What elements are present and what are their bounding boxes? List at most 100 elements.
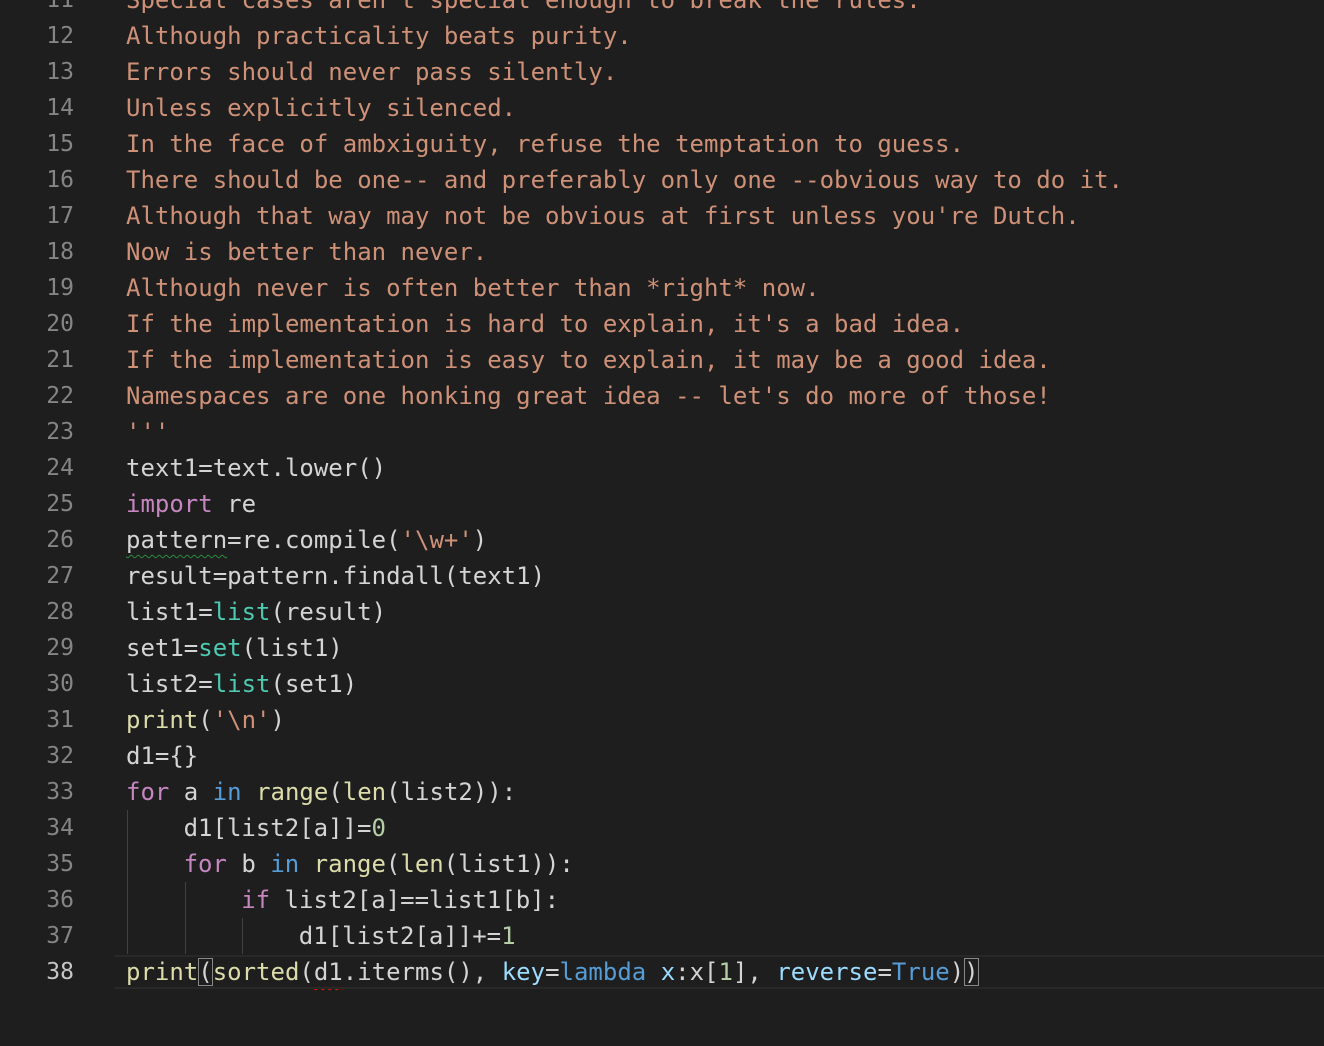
line-number[interactable]: 30 <box>0 666 74 702</box>
line-number[interactable]: 38 <box>0 954 74 990</box>
code-text[interactable]: list1=list(result) <box>126 594 386 630</box>
code-text[interactable]: Namespaces are one honking great idea --… <box>126 378 1051 414</box>
code-line[interactable]: 12 Although practicality beats purity. <box>0 18 1324 54</box>
code-token: if <box>241 886 271 914</box>
code-line[interactable]: 17 Although that way may not be obvious a… <box>0 198 1324 234</box>
code-token: in <box>270 850 300 878</box>
code-text[interactable]: d1={} <box>126 738 198 774</box>
line-number[interactable]: 15 <box>0 126 74 162</box>
code-line[interactable]: 31 print('\n') <box>0 702 1324 738</box>
code-text[interactable]: if list2[a]==list1[b]: <box>241 882 559 918</box>
code-line[interactable]: 19 Although never is often better than *r… <box>0 270 1324 306</box>
code-text[interactable]: pattern=re.compile('\w+') <box>126 522 487 558</box>
code-line[interactable]: 25 import re <box>0 486 1324 522</box>
code-text[interactable]: There should be one-- and preferably onl… <box>126 162 1123 198</box>
code-token: '\w+' <box>400 526 473 554</box>
code-line[interactable]: 34 d1[list2[a]]=0 <box>0 810 1324 846</box>
code-token: x <box>660 958 676 986</box>
code-editor[interactable]: 11 Special cases aren't special enough to… <box>0 0 1324 1046</box>
code-text[interactable]: d1[list2[a]]=0 <box>184 810 386 846</box>
code-token: (list1) <box>241 634 343 662</box>
code-text[interactable]: text1=text.lower() <box>126 450 386 486</box>
code-text[interactable]: for b in range(len(list1)): <box>184 846 574 882</box>
code-line[interactable]: 14 Unless explicitly silenced. <box>0 90 1324 126</box>
code-text[interactable]: If the implementation is easy to explain… <box>126 342 1051 378</box>
line-number[interactable]: 27 <box>0 558 74 594</box>
line-number[interactable]: 25 <box>0 486 74 522</box>
code-line[interactable]: 15 In the face of ambxiguity, refuse the … <box>0 126 1324 162</box>
code-line[interactable]: 11 Special cases aren't special enough to… <box>0 0 1324 18</box>
line-number[interactable]: 14 <box>0 90 74 126</box>
code-line[interactable]: 33 for a in range(len(list2)): <box>0 774 1324 810</box>
code-token: (list2)): <box>386 778 517 806</box>
code-line[interactable]: 32 d1={} <box>0 738 1324 774</box>
code-text[interactable]: Although never is often better than *rig… <box>126 270 820 306</box>
line-number[interactable]: 36 <box>0 882 74 918</box>
code-text[interactable]: print('\n') <box>126 702 285 738</box>
code-text[interactable]: Although that way may not be obvious at … <box>126 198 1080 234</box>
code-token: lambda <box>559 958 647 986</box>
code-line[interactable]: 22 Namespaces are one honking great idea … <box>0 378 1324 414</box>
code-text[interactable]: Errors should never pass silently. <box>126 54 617 90</box>
code-line[interactable]: 37 d1[list2[a]]+=1 <box>0 918 1324 954</box>
code-text[interactable]: result=pattern.findall(text1) <box>126 558 545 594</box>
line-number[interactable]: 26 <box>0 522 74 558</box>
line-number[interactable]: 33 <box>0 774 74 810</box>
line-number[interactable]: 23 <box>0 414 74 450</box>
code-text[interactable]: set1=set(list1) <box>126 630 343 666</box>
code-line[interactable]: 29 set1=set(list1) <box>0 630 1324 666</box>
line-number[interactable]: 22 <box>0 378 74 414</box>
code-line[interactable]: 35 for b in range(len(list1)): <box>0 846 1324 882</box>
code-line[interactable]: 16 There should be one-- and preferably o… <box>0 162 1324 198</box>
code-line[interactable]: 23 ''' <box>0 414 1324 450</box>
line-number[interactable]: 18 <box>0 234 74 270</box>
code-text[interactable]: print(sorted(d1.iterms(), key=lambda x:x… <box>126 954 979 990</box>
code-text[interactable]: Unless explicitly silenced. <box>126 90 516 126</box>
code-line[interactable]: 26 pattern=re.compile('\w+') <box>0 522 1324 558</box>
line-number[interactable]: 11 <box>0 0 74 18</box>
code-line[interactable]: 30 list2=list(set1) <box>0 666 1324 702</box>
code-line[interactable]: 36 if list2[a]==list1[b]: <box>0 882 1324 918</box>
code-line[interactable]: 24 text1=text.lower() <box>0 450 1324 486</box>
line-number[interactable]: 19 <box>0 270 74 306</box>
indent-guide <box>184 918 186 954</box>
code-token: Although that way may not be obvious at … <box>126 202 1080 230</box>
line-number[interactable]: 32 <box>0 738 74 774</box>
line-number[interactable]: 17 <box>0 198 74 234</box>
line-number[interactable]: 37 <box>0 918 74 954</box>
code-text[interactable]: Special cases aren't special enough to b… <box>126 0 921 18</box>
code-token: = <box>877 958 892 986</box>
line-number[interactable]: 34 <box>0 810 74 846</box>
code-text[interactable]: for a in range(len(list2)): <box>126 774 516 810</box>
line-number[interactable]: 21 <box>0 342 74 378</box>
line-number[interactable]: 20 <box>0 306 74 342</box>
code-token: :x[ <box>675 958 719 986</box>
code-line[interactable]: 27 result=pattern.findall(text1) <box>0 558 1324 594</box>
line-number[interactable]: 28 <box>0 594 74 630</box>
line-number[interactable]: 13 <box>0 54 74 90</box>
code-token: Although practicality beats purity. <box>126 22 632 50</box>
code-text[interactable]: Now is better than never. <box>126 234 487 270</box>
code-text[interactable]: import re <box>126 486 256 522</box>
code-text[interactable]: If the implementation is hard to explain… <box>126 306 964 342</box>
code-token: list <box>212 670 271 698</box>
line-number[interactable]: 35 <box>0 846 74 882</box>
line-number[interactable]: 24 <box>0 450 74 486</box>
code-line[interactable]: 28 list1=list(result) <box>0 594 1324 630</box>
code-text[interactable]: list2=list(set1) <box>126 666 357 702</box>
code-text[interactable]: Although practicality beats purity. <box>126 18 632 54</box>
line-number[interactable]: 31 <box>0 702 74 738</box>
code-line[interactable]: 21 If the implementation is easy to expla… <box>0 342 1324 378</box>
code-line[interactable]: 20 If the implementation is hard to expla… <box>0 306 1324 342</box>
code-text[interactable]: In the face of ambxiguity, refuse the te… <box>126 126 964 162</box>
line-number[interactable]: 16 <box>0 162 74 198</box>
code-token: (set1) <box>270 670 358 698</box>
line-number[interactable]: 12 <box>0 18 74 54</box>
code-line[interactable]: 38 print(sorted(d1.iterms(), key=lambda x… <box>0 954 1324 990</box>
code-text[interactable]: ''' <box>126 414 169 450</box>
code-line[interactable]: 18 Now is better than never. <box>0 234 1324 270</box>
code-line[interactable]: 13 Errors should never pass silently. <box>0 54 1324 90</box>
line-number[interactable]: 29 <box>0 630 74 666</box>
code-text[interactable]: d1[list2[a]]+=1 <box>299 918 516 954</box>
